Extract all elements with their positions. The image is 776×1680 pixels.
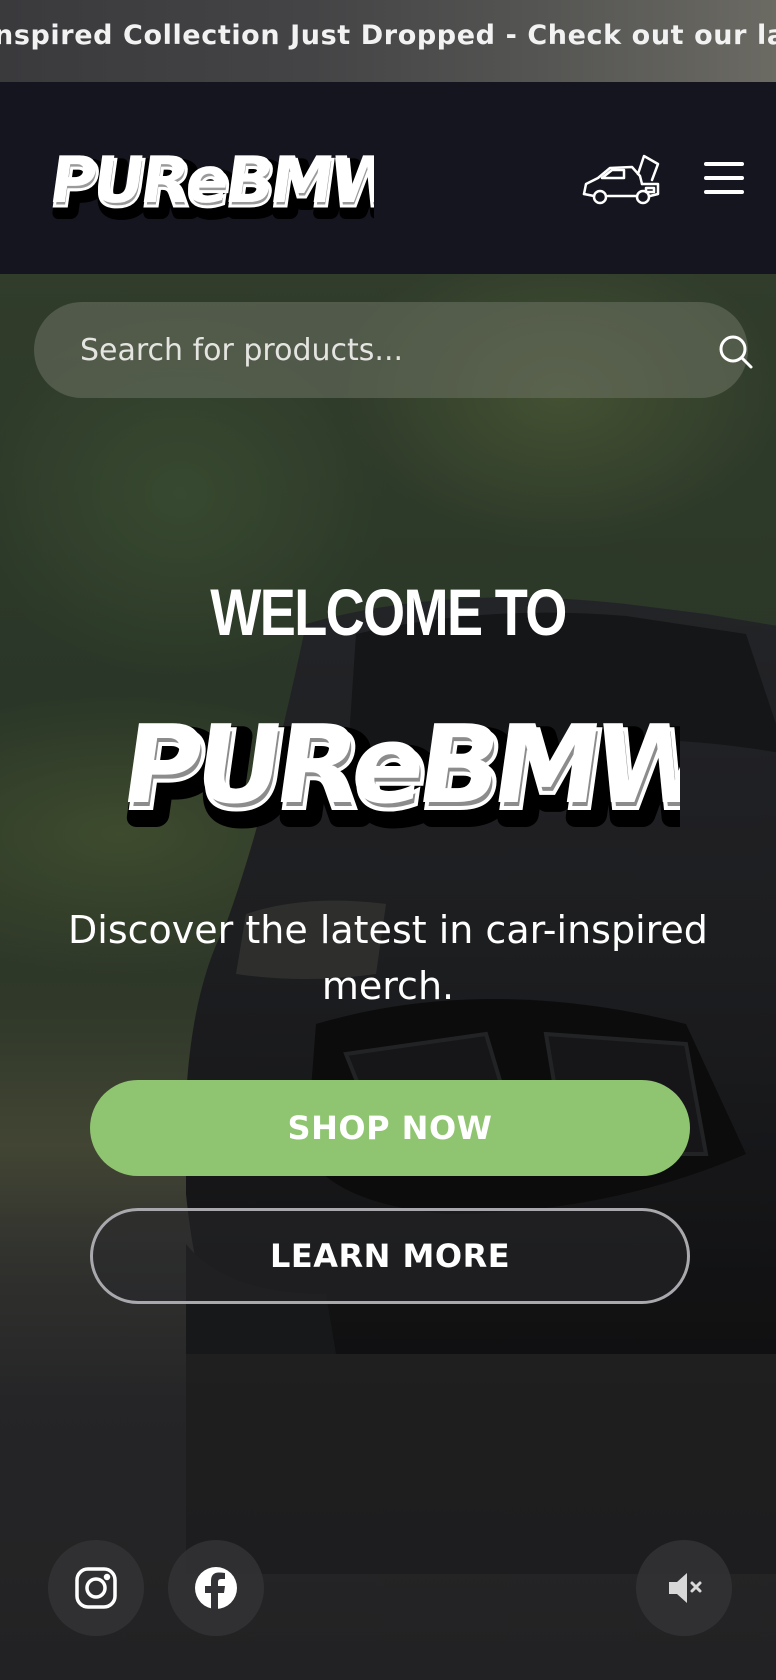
search-bar[interactable] (34, 302, 753, 398)
speaker-muted-icon (669, 1573, 702, 1603)
mute-button[interactable] (636, 1540, 732, 1636)
hamburger-menu-icon[interactable] (700, 158, 748, 198)
brand-logo[interactable]: PUReBMWM PUReBMWM PUReBMWM (34, 124, 374, 236)
facebook-icon (195, 1567, 237, 1609)
search-icon[interactable] (718, 334, 754, 370)
facebook-button[interactable] (168, 1540, 264, 1636)
site-header: PUReBMWM PUReBMWM PUReBMWM (0, 82, 776, 274)
instagram-icon (75, 1567, 117, 1609)
announcement-text: nspired Collection Just Dropped - Check … (0, 20, 776, 51)
hero-brand-logo: PUReBMWM PUReBMWM PUReBMWM (113, 701, 680, 852)
page: nspired Collection Just Dropped - Check … (0, 0, 776, 1680)
welcome-heading: WELCOME TO (210, 575, 567, 649)
hero-section: WELCOME TO PUReBMWM PUReBMWM PUReBMWM Di… (0, 274, 776, 1680)
learn-more-button[interactable]: LEARN MORE (90, 1208, 690, 1304)
car-trunk-icon[interactable] (580, 154, 662, 210)
search-input[interactable] (80, 330, 640, 370)
announcement-bar[interactable]: nspired Collection Just Dropped - Check … (0, 0, 776, 82)
hero-tagline: Discover the latest in car-inspired merc… (68, 908, 708, 1008)
svg-text:PUReBMWM: PUReBMWM (114, 701, 680, 827)
instagram-button[interactable] (48, 1540, 144, 1636)
svg-text:PUReBMWM: PUReBMWM (45, 143, 374, 218)
shop-now-button[interactable]: SHOP NOW (90, 1080, 690, 1176)
